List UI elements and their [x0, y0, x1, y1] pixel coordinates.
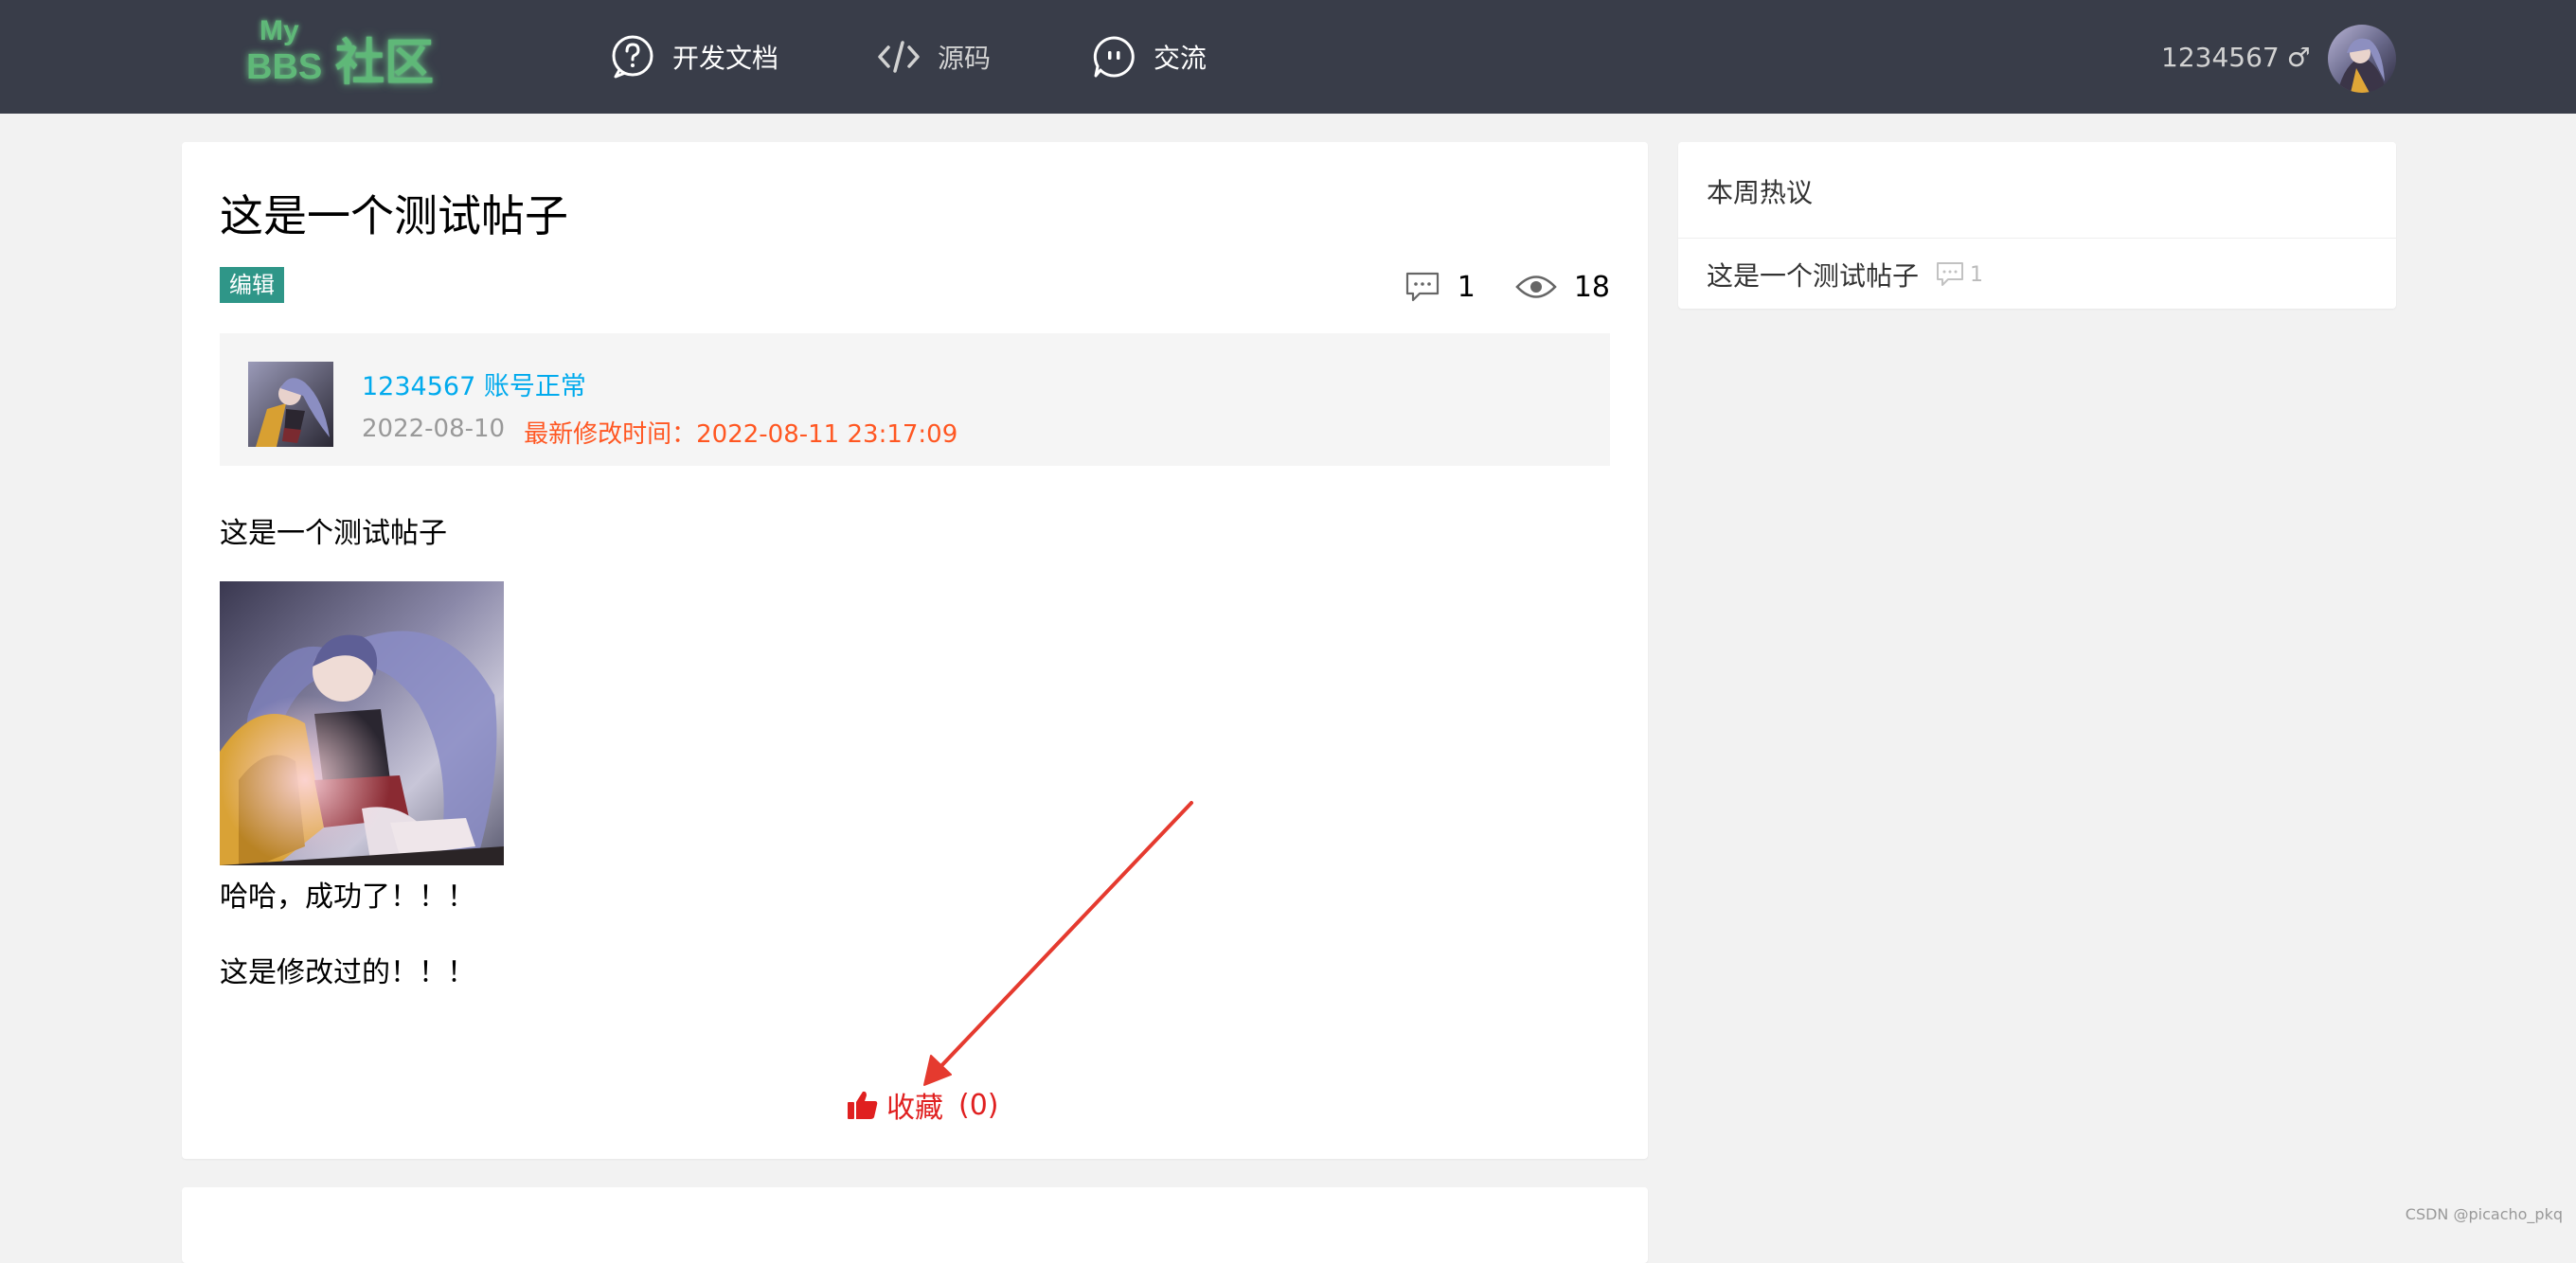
watermark: CSDN @picacho_pkq [2405, 1205, 2563, 1223]
annotation-arrow [923, 801, 1193, 1086]
